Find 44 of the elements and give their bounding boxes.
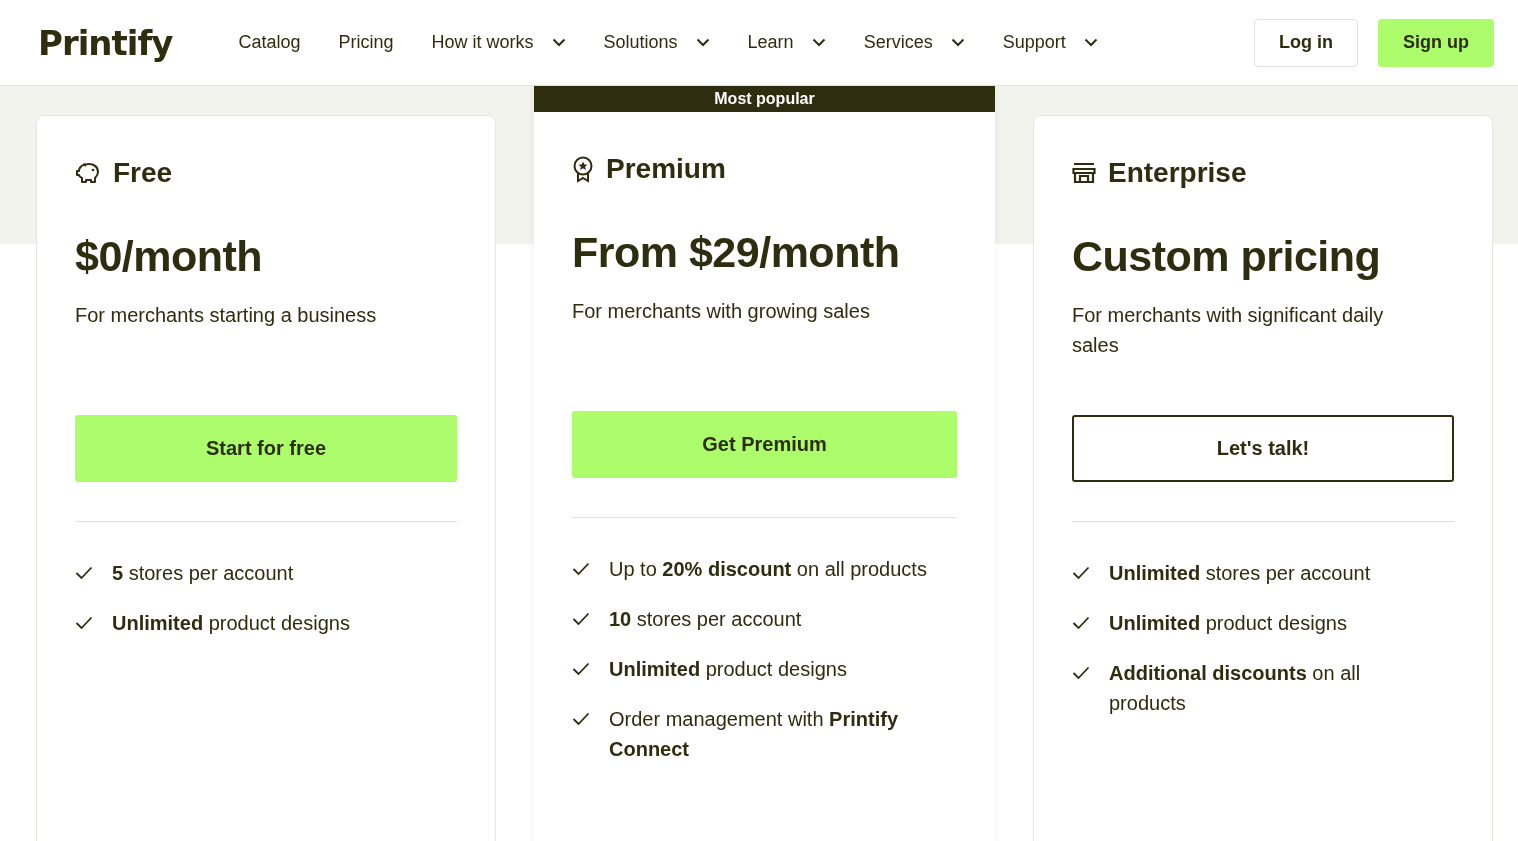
signup-button[interactable]: Sign up — [1378, 18, 1494, 67]
plan-description: For merchants with significant daily sales — [1072, 303, 1385, 358]
feature-text: 5 stores per account — [112, 561, 294, 586]
plan-description: For merchants starting a business — [75, 303, 378, 328]
check-icon — [572, 612, 590, 626]
feature-text: Up to 20% discount on all products — [609, 557, 927, 582]
piggy-bank-icon — [75, 161, 101, 185]
feature-text: Unlimited product designs — [112, 611, 350, 636]
nav-link[interactable]: Solutions — [603, 32, 710, 53]
plan-price: From $29/month — [572, 227, 901, 278]
check-icon — [572, 562, 590, 576]
plan-button[interactable]: Let's talk! — [1072, 415, 1454, 482]
check-icon — [572, 712, 590, 726]
check-icon — [1072, 666, 1090, 680]
feature-text: Unlimited stores per account — [1109, 561, 1371, 586]
feature-text: Additional discounts on all products — [1109, 661, 1362, 716]
feature-text: Order management with Printify Connect — [609, 707, 899, 762]
logo[interactable]: Printify — [38, 22, 173, 63]
nav-link[interactable]: How it works — [431, 32, 566, 53]
award-badge-icon — [572, 155, 594, 183]
login-button[interactable]: Log in — [1254, 18, 1358, 67]
check-icon — [75, 616, 93, 630]
plan-name: Enterprise — [1108, 157, 1247, 189]
plan-button[interactable]: Start for free — [75, 415, 457, 482]
check-icon — [572, 662, 590, 676]
plan-name: Premium — [606, 153, 726, 185]
feature-text: Unlimited product designs — [609, 657, 847, 682]
nav-link[interactable]: Pricing — [338, 32, 394, 53]
plan-price: Custom pricing — [1072, 231, 1382, 282]
nav-link[interactable]: Support — [1002, 32, 1098, 53]
nav-link[interactable]: Learn — [747, 32, 826, 53]
check-icon — [75, 566, 93, 580]
plan-button[interactable]: Get Premium — [572, 411, 957, 478]
plan-price: $0/month — [75, 231, 264, 282]
storefront-icon — [1072, 162, 1096, 184]
check-icon — [1072, 566, 1090, 580]
popular-banner: Most popular — [534, 86, 995, 112]
plan-description: For merchants with growing sales — [572, 299, 871, 324]
feature-text: 10 stores per account — [609, 607, 802, 632]
nav-link[interactable]: Services — [863, 32, 965, 53]
feature-text: Unlimited product designs — [1109, 611, 1347, 636]
check-icon — [1072, 616, 1090, 630]
plan-name: Free — [113, 157, 173, 189]
nav-link[interactable]: Catalog — [238, 32, 301, 53]
